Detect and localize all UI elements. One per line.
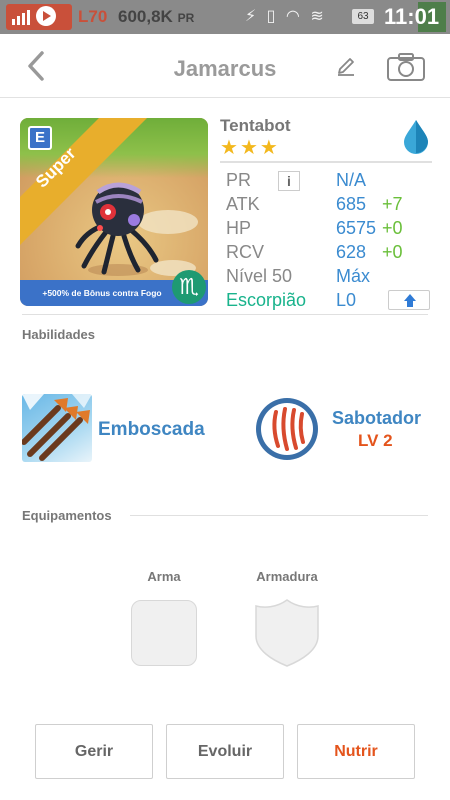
zodiac-level: L0 (336, 290, 357, 310)
pr-unit: PR (177, 11, 195, 25)
star-icon: ★ (220, 137, 238, 159)
stat-row-rcv: RCV 628 +0 (226, 242, 426, 266)
stat-row-pr: PR i N/A (226, 170, 426, 194)
play-icon (36, 6, 56, 26)
stat-value: 685 (336, 194, 367, 214)
stat-label: HP (226, 218, 252, 238)
equipment-heading: Equipamentos (22, 508, 112, 523)
edit-pencil-icon[interactable] (334, 54, 358, 78)
system-icons: ⚡ ▯ ◠ ≋ (245, 8, 327, 25)
saboteur-skill-icon[interactable] (254, 396, 320, 462)
manage-button[interactable]: Gerir (35, 724, 153, 779)
level-label: Nível 50 (226, 266, 293, 286)
stats-table: PR i N/A ATK 685 +7 HP 6575 +0 RCV 628 +… (226, 170, 430, 314)
battery-indicator: 63 (352, 9, 374, 24)
section-divider (22, 314, 428, 315)
stat-value: 6575 (336, 218, 377, 238)
game-notification-icon (6, 4, 72, 30)
stat-label: ATK (226, 194, 260, 214)
star-rating: ★ ★ ★ (220, 138, 280, 158)
armor-label: Armadura (256, 569, 318, 584)
stat-bonus: +7 (382, 194, 403, 214)
header: Jamarcus (0, 34, 450, 98)
status-time: 11:01 (384, 4, 440, 29)
stat-value: 628 (336, 242, 367, 262)
pr-value: 600,8K (118, 7, 173, 26)
player-power-rating: 600,8K PR (118, 7, 194, 27)
stat-value: N/A (336, 170, 367, 190)
star-icon: ★ (259, 137, 278, 159)
water-drop-icon (404, 120, 428, 154)
ambush-arrows-icon (22, 394, 92, 461)
status-bar: L70 600,8K PR ⚡ ▯ ◠ ≋ 63 11:01 (0, 0, 450, 34)
camera-icon[interactable] (386, 52, 426, 82)
monster-card[interactable]: Super E +500% de Bônus contra Fogo ♏ (20, 118, 208, 306)
level-value: Máx (336, 266, 371, 286)
scorpio-sign-icon: ♏ (172, 270, 206, 304)
skill-name-saboteur[interactable]: Sabotador (332, 408, 421, 429)
armor-slot[interactable] (254, 598, 320, 668)
monster-nickname: Jamarcus (173, 56, 277, 81)
monster-portrait (75, 182, 159, 276)
stat-label: RCV (226, 242, 265, 262)
section-divider (130, 515, 428, 516)
info-divider (220, 161, 432, 163)
star-icon: ★ (239, 137, 258, 159)
evolve-button[interactable]: Evoluir (166, 724, 284, 779)
info-button[interactable]: i (278, 171, 300, 191)
stat-row-hp: HP 6575 +0 (226, 218, 426, 242)
ambush-skill-icon[interactable] (22, 394, 92, 462)
zodiac-label: Escorpião (226, 290, 307, 310)
stat-bonus: +0 (382, 218, 403, 238)
weapon-label: Arma (147, 569, 181, 584)
zodiac-upgrade-button[interactable] (388, 290, 430, 310)
stat-bonus: +0 (382, 242, 403, 262)
stat-row-zodiac: Escorpião L0 (226, 290, 430, 314)
player-level: L70 (78, 7, 108, 26)
skill-level: LV 2 (358, 431, 393, 450)
skills-heading: Habilidades (22, 327, 95, 342)
grade-badge: E (28, 126, 52, 150)
stat-label: PR (226, 170, 252, 190)
feed-button[interactable]: Nutrir (297, 724, 415, 779)
skill-name-ambush[interactable]: Emboscada (98, 419, 205, 441)
stat-row-level: Nível 50 Máx (226, 266, 426, 290)
species-name: Tentabot (220, 116, 291, 135)
weapon-slot[interactable] (131, 600, 197, 666)
stat-row-atk: ATK 685 +7 (226, 194, 426, 218)
